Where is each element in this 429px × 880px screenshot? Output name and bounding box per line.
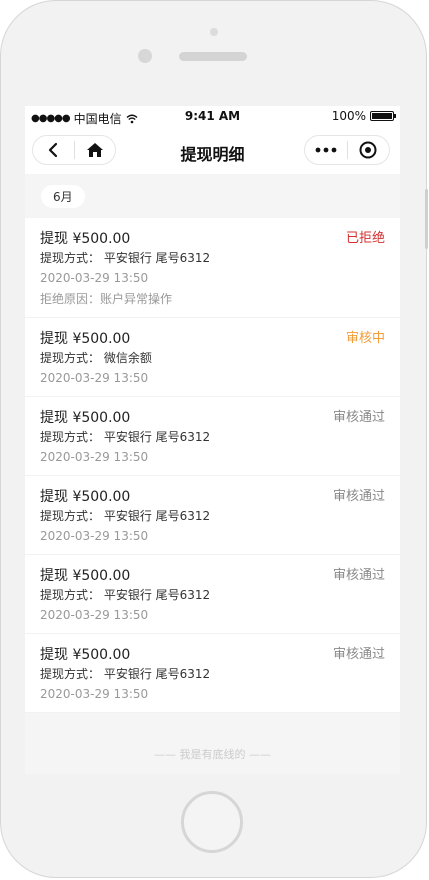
earpiece-speaker (179, 52, 247, 61)
nav-bar: 提现明细 (25, 128, 400, 174)
withdrawal-item[interactable]: 提现 ¥500.00 提现方式： 平安银行 尾号6312 2020-03-29 13… (25, 555, 400, 634)
status-right: 100% (331, 109, 396, 123)
proximity-sensor (210, 28, 218, 36)
status-badge: 审核通过 (332, 410, 385, 425)
withdrawal-list: 提现 ¥500.00 提现方式： 平安银行 尾号6312 2020-03-29 13… (25, 218, 400, 713)
withdrawal-method: 提现方式： 平安银行 尾号6312 (40, 251, 211, 265)
withdrawal-item[interactable]: 提现 ¥500.00 提现方式： 平安银行 尾号6312 2020-03-29 13… (25, 476, 400, 555)
withdrawal-time: 2020-03-29 13:50 (40, 271, 149, 285)
withdrawal-time: 2020-03-29 13:50 (40, 687, 149, 701)
withdrawal-amount: 提现 ¥500.00 (40, 331, 131, 347)
withdrawal-time: 2020-03-29 13:50 (40, 371, 149, 385)
battery-icon (370, 111, 396, 121)
close-button[interactable] (348, 136, 390, 164)
withdrawal-method: 提现方式： 平安银行 尾号6312 (40, 509, 211, 523)
withdrawal-amount: 提现 ¥500.00 (40, 231, 131, 247)
status-badge: 审核通过 (332, 489, 385, 504)
home-hardware-button[interactable] (181, 791, 243, 853)
more-button[interactable] (305, 136, 347, 164)
front-camera (138, 49, 152, 63)
withdrawal-method: 提现方式： 平安银行 尾号6312 (40, 667, 211, 681)
withdrawal-item[interactable]: 提现 ¥500.00 提现方式： 微信余额 2020-03-29 13:50 审核中 (25, 318, 400, 397)
withdrawal-method: 提现方式： 平安银行 尾号6312 (40, 588, 211, 602)
status-badge: 审核通过 (332, 647, 385, 662)
list-end-footer: —— 我是有底线的 —— (154, 748, 271, 761)
status-badge: 已拒绝 (345, 231, 385, 246)
month-filter[interactable]: 6月 (41, 185, 85, 208)
status-bar: ●●●●● 中国电信 9:41 AM 100% (25, 106, 400, 128)
target-circle-icon (359, 141, 377, 159)
side-button (425, 189, 428, 249)
rejection-reason: 拒绝原因：账户异常操作 (40, 292, 173, 306)
withdrawal-time: 2020-03-29 13:50 (40, 450, 149, 464)
withdrawal-item[interactable]: 提现 ¥500.00 提现方式： 平安银行 尾号6312 2020-03-29 13… (25, 218, 400, 318)
more-dots-icon (315, 147, 337, 153)
withdrawal-time: 2020-03-29 13:50 (40, 529, 149, 543)
withdrawal-method: 提现方式： 平安银行 尾号6312 (40, 430, 211, 444)
status-badge: 审核中 (345, 331, 385, 346)
withdrawal-method: 提现方式： 微信余额 (40, 351, 152, 365)
withdrawal-item[interactable]: 提现 ¥500.00 提现方式： 平安银行 尾号6312 2020-03-29 13… (25, 634, 400, 713)
screen: ●●●●● 中国电信 9:41 AM 100% 提现明细 6月 提现 ¥500.… (25, 106, 400, 774)
nav-capsule-right (304, 135, 390, 165)
status-badge: 审核通过 (332, 568, 385, 583)
withdrawal-item[interactable]: 提现 ¥500.00 提现方式： 平安银行 尾号6312 2020-03-29 13… (25, 397, 400, 476)
battery-percent: 100% (331, 109, 366, 123)
withdrawal-time: 2020-03-29 13:50 (40, 608, 149, 622)
